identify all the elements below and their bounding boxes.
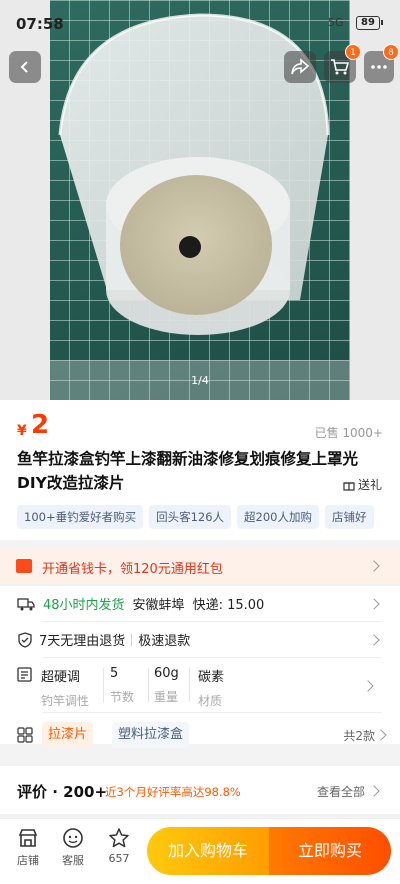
sku-count: 共2款 — [343, 729, 375, 743]
cart-badge: 1 — [345, 44, 361, 60]
product-tag: 超200人加购 — [237, 505, 319, 529]
shop-button[interactable]: 店铺 — [10, 827, 46, 868]
chevron-right-icon — [362, 680, 374, 692]
add-to-cart-button[interactable]: 加入购物车 — [147, 827, 269, 875]
param-label: 材质 — [198, 694, 223, 708]
share-button[interactable] — [284, 51, 316, 83]
param-item: 超硬调 钓竿调性 — [41, 666, 89, 709]
chevron-right-icon — [375, 729, 387, 741]
param-value: 60g — [154, 666, 179, 681]
service-label: 客服 — [62, 854, 84, 867]
product-tags: 100+垂钓爱好者购买 回头客126人 超200人加购 店铺好 — [17, 505, 400, 529]
share-icon — [291, 58, 310, 75]
chat-smile-icon — [63, 828, 83, 848]
divider — [42, 621, 382, 622]
battery-indicator: 89 — [356, 16, 383, 30]
favorite-button[interactable]: 657 — [101, 827, 137, 865]
divider — [148, 668, 149, 702]
status-time: 07:58 — [16, 15, 64, 33]
back-button[interactable] — [9, 51, 41, 83]
gift-icon — [343, 481, 355, 491]
shipping-row[interactable]: 48小时内发货 安徽蚌埠 快递: 15.00 — [17, 594, 264, 613]
truck-icon — [17, 597, 35, 610]
product-tag: 100+垂钓爱好者购买 — [17, 505, 144, 529]
shop-icon — [18, 829, 38, 847]
sku-option-selected[interactable]: 拉漆片 — [42, 722, 94, 748]
param-value: 碳素 — [198, 670, 225, 685]
param-label: 钓竿调性 — [41, 694, 90, 708]
status-bar: 07:58 5G 89 — [0, 0, 400, 42]
buy-now-button[interactable]: 立即购买 — [269, 827, 391, 875]
divider — [42, 712, 382, 713]
divider — [42, 657, 382, 658]
param-item: 碳素 材质 — [198, 666, 224, 709]
gift-button[interactable]: 送礼 — [343, 476, 382, 493]
param-value: 5 — [110, 666, 119, 681]
coupon-icon — [16, 559, 32, 573]
sold-count: 已售 1000+ — [314, 426, 383, 440]
reviews-rate: 近3个月好评率高达98.8% — [105, 785, 241, 799]
more-dots-icon — [371, 65, 387, 69]
more-button[interactable]: 8 — [364, 44, 399, 83]
cart-icon — [331, 59, 350, 75]
gift-label: 送礼 — [358, 478, 383, 492]
view-all-reviews-link[interactable]: 查看全部 — [317, 783, 365, 800]
product-params[interactable]: 超硬调 钓竿调性 5 节数 60g 重量 碳素 材质 — [17, 666, 377, 709]
gallery-pager: 1/4 — [191, 374, 209, 387]
divider — [131, 633, 133, 646]
product-tag: 回头客126人 — [149, 505, 232, 529]
divider — [189, 668, 190, 702]
refund-policy: 极速退款 — [138, 634, 191, 649]
product-tag: 店铺好 — [325, 505, 374, 529]
savings-card-promo[interactable]: 开通省钱卡，领120元通用红包 — [0, 548, 400, 584]
product-price: 2 — [31, 410, 50, 440]
param-item: 5 节数 — [110, 666, 134, 705]
grid-icon — [17, 727, 33, 743]
param-label: 节数 — [110, 690, 135, 704]
sku-option[interactable]: 塑料拉漆盒 — [112, 722, 190, 748]
star-icon — [109, 828, 129, 848]
product-gallery[interactable]: 07:58 5G 89 1 8 1/4 — [0, 0, 400, 400]
param-value: 超硬调 — [41, 670, 81, 685]
clipboard-icon — [17, 667, 32, 682]
signal-indicator: 5G — [328, 16, 344, 29]
promo-text: 开通省钱卡，领120元通用红包 — [42, 562, 223, 577]
reviews-title: 评价 · 200+ — [17, 783, 108, 801]
ship-from: 安徽蚌埠 — [132, 598, 185, 613]
favorites-count: 657 — [108, 852, 130, 865]
param-label: 重量 — [154, 690, 179, 704]
shield-check-icon — [18, 631, 32, 648]
product-title: 鱼竿拉漆盒钓竿上漆翻新油漆修复划痕修复上罩光DIY改造拉漆片 — [17, 450, 359, 492]
product-page: 07:58 5G 89 1 8 1/4 ¥ 2 已售 1000+ 鱼竿拉漆盒钓竿… — [0, 0, 400, 884]
ship-fee: 快递: 15.00 — [192, 598, 265, 613]
cart-button[interactable]: 1 — [324, 44, 361, 83]
return-policy: 7天无理由退货 — [39, 634, 126, 649]
param-item: 60g 重量 — [154, 666, 179, 705]
chevron-right-icon — [368, 560, 380, 572]
divider — [103, 668, 104, 702]
shop-label: 店铺 — [17, 854, 39, 867]
chevron-left-icon — [20, 61, 28, 73]
sku-selector[interactable]: 拉漆片 塑料拉漆盒 共2款 — [17, 722, 387, 748]
return-policy-row[interactable]: 7天无理由退货 极速退款 — [17, 630, 190, 649]
price-currency: ¥ — [17, 423, 27, 439]
customer-service-button[interactable]: 客服 — [55, 827, 91, 868]
ship-time: 48小时内发货 — [43, 598, 125, 613]
more-badge: 8 — [383, 44, 399, 60]
